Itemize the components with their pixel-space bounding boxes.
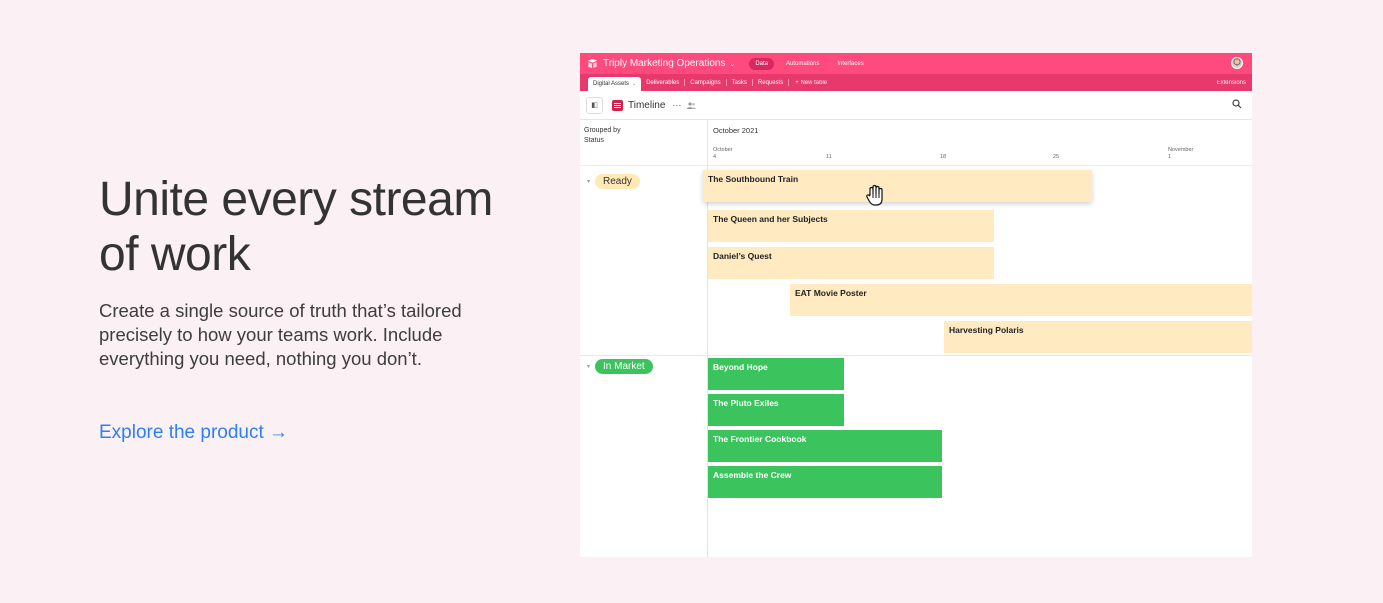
tick-day: 25 [1053, 154, 1060, 160]
table-tabs: Digital Assets ⌄ Deliverables Campaigns … [580, 74, 1252, 91]
grouped-field: Status [584, 137, 604, 144]
tick-day: 1 [1168, 154, 1172, 160]
tab-campaigns[interactable]: Campaigns [685, 74, 725, 91]
tick-month [826, 147, 832, 154]
tick-day: 18 [940, 154, 947, 160]
date-tick: November 1 [1168, 147, 1193, 161]
record-bar[interactable]: The Queen and her Subjects [708, 210, 994, 242]
nav-data[interactable]: Data [749, 57, 775, 70]
date-tick: 18 [940, 147, 946, 161]
record-bar[interactable]: The Southbound Train [703, 170, 1092, 202]
more-options-icon[interactable]: ⋯ [672, 100, 681, 111]
group-divider [580, 355, 1252, 356]
chevron-down-icon[interactable]: ⌄ [729, 60, 735, 68]
tick-day: 11 [826, 154, 832, 160]
airtable-logo-icon[interactable] [587, 58, 598, 69]
record-bar[interactable]: Assemble the Crew [708, 466, 942, 498]
tick-month: November [1168, 147, 1194, 153]
date-tick: 25 [1053, 147, 1059, 161]
extensions-button[interactable]: Extensions [1217, 74, 1246, 91]
group-in-market[interactable]: ▾ In Market [587, 359, 653, 374]
collapse-caret-icon[interactable]: ▾ [587, 178, 590, 185]
hero-section: Unite every stream of work Create a sing… [99, 172, 519, 444]
record-bar[interactable]: The Pluto Exiles [708, 394, 844, 426]
tab-digital-assets[interactable]: Digital Assets ⌄ [588, 77, 642, 91]
date-tick: 11 [826, 147, 832, 161]
record-bar[interactable]: Daniel’s Quest [708, 247, 994, 279]
timeline-header: Grouped by Status October 2021 October 4… [580, 120, 1252, 166]
date-tick: October 4 [713, 147, 733, 161]
tab-label: Digital Assets [593, 81, 630, 87]
grouped-by-label[interactable]: Grouped by Status [584, 126, 621, 146]
tab-requests[interactable]: Requests [753, 74, 788, 91]
tick-month [1053, 147, 1059, 154]
month-label: October 2021 [713, 126, 759, 135]
grab-hand-cursor-icon [866, 184, 883, 206]
tick-day: 4 [713, 154, 717, 160]
new-table-button[interactable]: + New table [789, 74, 833, 91]
top-nav: Triply Marketing Operations ⌄ Data Autom… [580, 53, 1252, 74]
tick-month [940, 147, 946, 154]
hero-description: Create a single source of truth that’s t… [99, 300, 462, 369]
collaborators-icon[interactable] [687, 101, 697, 109]
group-ready[interactable]: ▾ Ready [587, 174, 640, 189]
nav-automations[interactable]: Automations [780, 58, 825, 70]
status-pill-in-market: In Market [595, 359, 653, 374]
base-name[interactable]: Triply Marketing Operations [603, 58, 725, 69]
tab-tasks[interactable]: Tasks [727, 74, 752, 91]
record-bar[interactable]: EAT Movie Poster [790, 284, 1252, 316]
sidebar-toggle-icon[interactable]: ◧ [586, 96, 603, 114]
collapse-caret-icon[interactable]: ▾ [587, 363, 590, 370]
nav-interfaces[interactable]: Interfaces [831, 58, 869, 70]
record-bar[interactable]: Beyond Hope [708, 358, 844, 390]
timeline-view-icon [612, 99, 623, 111]
view-bar: ◧ Timeline ⋯ [580, 91, 1252, 120]
chevron-down-icon[interactable]: ⌄ [632, 81, 636, 87]
tab-deliverables[interactable]: Deliverables [641, 74, 684, 91]
record-bar[interactable]: Harvesting Polaris [944, 321, 1252, 353]
record-bar[interactable]: The Frontier Cookbook [708, 430, 942, 462]
app-screenshot: Triply Marketing Operations ⌄ Data Autom… [580, 53, 1252, 557]
grouped-by-text: Grouped by [584, 127, 621, 134]
status-pill-ready: Ready [595, 174, 640, 189]
avatar[interactable] [1231, 57, 1243, 69]
tick-month: October [713, 147, 733, 153]
search-icon[interactable] [1232, 99, 1242, 109]
hero-title: Unite every stream of work [99, 173, 493, 281]
view-name[interactable]: Timeline [628, 100, 665, 111]
explore-product-link[interactable]: Explore the product → [99, 422, 288, 444]
